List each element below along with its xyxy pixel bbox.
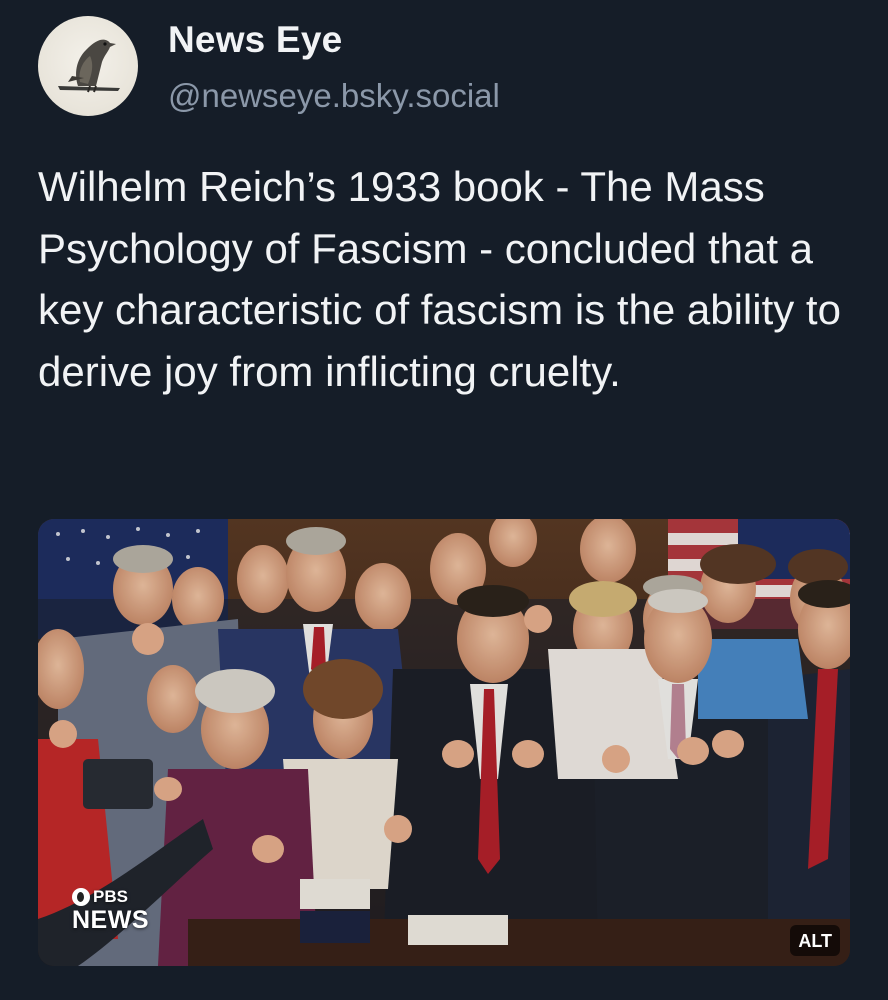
post-text: Wilhelm Reich’s 1933 book - The Mass Psy… [38, 163, 841, 395]
group-photo-image [38, 519, 850, 966]
author-display-name[interactable]: News Eye [168, 18, 342, 62]
pbs-logo-icon [72, 888, 90, 906]
post-card: News Eye @newseye.bsky.social Wilhelm Re… [0, 0, 888, 1000]
post-image[interactable]: PBS NEWS ALT [38, 519, 850, 966]
hawk-icon [58, 39, 120, 93]
author-avatar[interactable] [38, 16, 138, 116]
watermark-news: NEWS [72, 906, 149, 934]
pbs-news-watermark: PBS NEWS [72, 887, 149, 933]
alt-text-button[interactable]: ALT [790, 925, 840, 956]
watermark-brand: PBS [93, 887, 128, 906]
author-handle[interactable]: @newseye.bsky.social [168, 76, 500, 116]
